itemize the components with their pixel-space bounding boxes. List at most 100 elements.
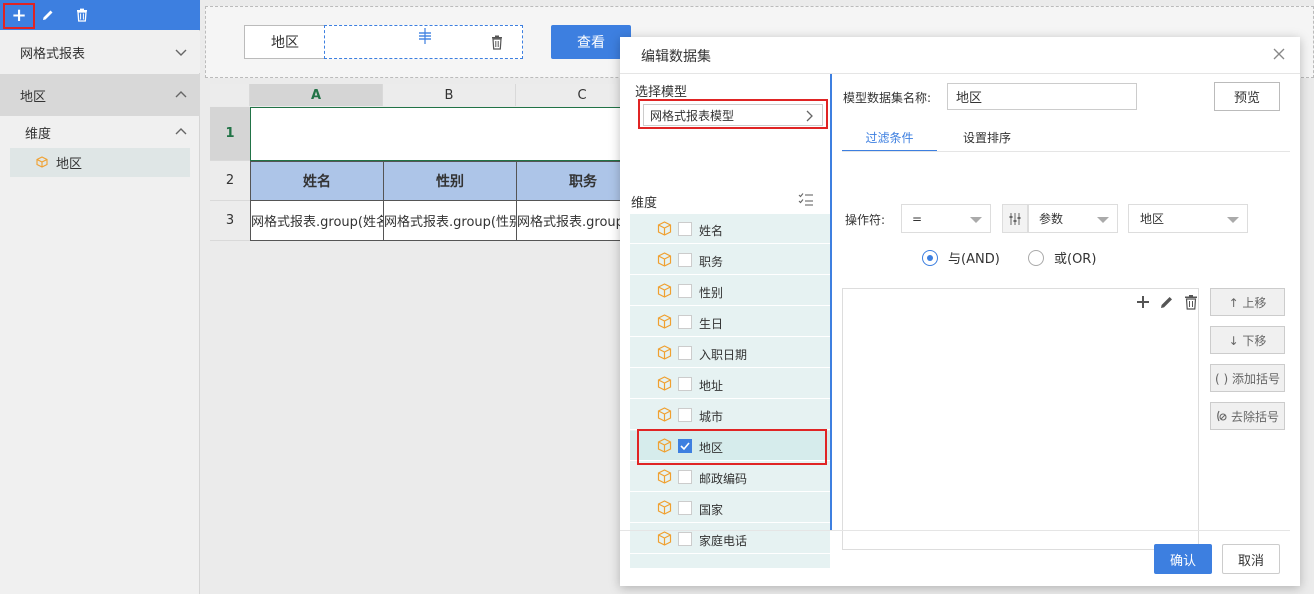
dimension-item[interactable]: 国家 [630,493,830,523]
column-header[interactable]: B [383,84,516,106]
close-icon[interactable] [1272,47,1286,61]
trash-icon[interactable] [1183,294,1199,310]
checkbox[interactable] [678,377,692,391]
param-widget[interactable] [324,25,523,59]
dimension-item[interactable]: 城市 [630,400,830,430]
confirm-button[interactable]: 确认 [1154,544,1212,574]
operator-label: 操作符: [845,213,886,227]
radio-or[interactable]: 或(OR) [1028,248,1096,267]
cube-icon [657,500,672,515]
cube-icon [657,345,672,360]
remove-bracket-label: 去除括号 [1230,409,1279,424]
dimension-item[interactable]: 性别 [630,276,830,306]
checkbox[interactable] [678,253,692,267]
sidebar-item-grid-report[interactable]: 网格式报表 [0,31,200,73]
trash-icon[interactable] [72,5,92,25]
checkbox[interactable] [678,408,692,422]
dimension-item[interactable]: 姓名 [630,214,830,244]
row-header[interactable]: 3 [210,201,250,241]
dimension-item[interactable]: 职务 [630,245,830,275]
sidebar-item-dimension[interactable]: 维度 [0,118,200,146]
dimension-label: 姓名 [699,224,724,238]
divider [842,151,1290,152]
pencil-icon[interactable] [38,5,58,25]
dimension-list[interactable]: 姓名 职务 性别 生日 入职日期 地址 城市 地区 邮政编码 国家 家庭电话 [630,214,830,568]
cube-icon [36,156,48,168]
data-cell-name[interactable]: 网格式报表.group(姓名 [250,201,384,241]
checkbox[interactable] [678,222,692,236]
checkbox[interactable] [678,470,692,484]
model-select[interactable]: 网格式报表模型 [643,104,823,126]
pencil-icon[interactable] [1159,294,1175,310]
align-center-icon[interactable] [417,28,433,44]
radio-and-label: 与(AND) [948,252,1000,267]
dimension-label: 邮政编码 [699,472,748,486]
cube-icon [657,469,672,484]
checkbox[interactable] [678,346,692,360]
sidebar-item-region-field[interactable]: 地区 [10,148,190,177]
dimension-item[interactable]: 邮政编码 [630,462,830,492]
checkbox[interactable] [678,284,692,298]
value-type: 参数 [1039,212,1064,226]
model-select-highlight: 网格式报表模型 [638,99,828,129]
move-down-button[interactable]: ↓ 下移 [1210,326,1285,354]
dimension-label: 地址 [699,379,724,393]
dimension-item[interactable]: 生日 [630,307,830,337]
chevron-right-icon [806,110,813,122]
cube-icon [657,283,672,298]
model-value: 网格式报表模型 [650,108,735,123]
selected-dimension-highlight [637,429,827,465]
add-button[interactable]: + [3,3,35,29]
plus-icon[interactable] [1135,294,1151,310]
model-pane: 选择模型 网格式报表模型 维度 姓名 职务 性别 生日 入职日期 地址 城市 地区 邮政编码 国家… [630,74,830,568]
row-header[interactable]: 1 [210,107,250,161]
operator-select[interactable]: = [901,204,991,233]
param-type-icon[interactable] [1002,204,1028,233]
checkbox[interactable] [678,315,692,329]
radio-or-label: 或(OR) [1054,252,1097,267]
radio-dot [922,249,938,266]
header-cell-name[interactable]: 姓名 [250,161,384,201]
operator-value: = [912,211,923,226]
value-type-select[interactable]: 参数 [1028,204,1118,233]
preview-button[interactable]: 预览 [1214,82,1280,111]
tab-sort-settings[interactable]: 设置排序 [947,129,1027,152]
edit-dataset-dialog: 编辑数据集 选择模型 网格式报表模型 维度 姓名 职务 性别 生日 入职日期 地址 城市 地区… [620,37,1300,586]
row-header[interactable]: 2 [210,161,250,201]
dataset-name-input[interactable]: 地区 [947,83,1137,110]
condition-list[interactable] [842,288,1199,550]
filter-pane: 模型数据集名称: 地区 预览 过滤条件 设置排序 操作符: = 参数 地区 与(… [832,74,1300,550]
data-cell-gender[interactable]: 网格式报表.group(性别 [383,201,517,241]
param-label: 地区 [244,25,326,59]
dimension-item[interactable]: 地址 [630,369,830,399]
move-up-button[interactable]: ↑ 上移 [1210,288,1285,316]
checkbox[interactable] [678,532,692,546]
cube-icon [657,407,672,422]
tab-filter-conditions[interactable]: 过滤条件 [842,129,937,152]
column-header[interactable]: A [250,84,383,106]
query-button[interactable]: 查看 [551,25,631,59]
dimension-item[interactable]: 入职日期 [630,338,830,368]
trash-icon[interactable] [490,35,504,50]
remove-bracket-button[interactable]: 去除括号 [1210,402,1285,430]
cube-icon [657,252,672,267]
condition-toolbar [1135,294,1199,310]
checklist-icon[interactable] [798,192,814,206]
dimension-label: 职务 [699,255,724,269]
radio-and[interactable]: 与(AND) [922,248,1000,267]
sidebar-item-region[interactable]: 地区 [0,74,200,116]
chevron-down-icon [175,49,187,56]
dimension-item[interactable]: 家庭电话 [630,524,830,554]
sidebar-item-label: 维度 [25,126,52,142]
cube-icon [657,531,672,546]
left-sidebar: + 网格式报表 地区 维度 地区 [0,0,200,594]
add-bracket-button[interactable]: ( ) 添加括号 [1210,364,1285,392]
checkbox[interactable] [678,501,692,515]
sidebar-item-label: 地区 [56,157,83,172]
radio-dot [1028,249,1044,266]
param-value-select[interactable]: 地区 [1128,204,1248,233]
header-cell-gender[interactable]: 性别 [383,161,517,201]
sidebar-toolbar: + [0,0,200,30]
cancel-button[interactable]: 取消 [1222,544,1280,574]
param-value: 地区 [1140,212,1165,226]
